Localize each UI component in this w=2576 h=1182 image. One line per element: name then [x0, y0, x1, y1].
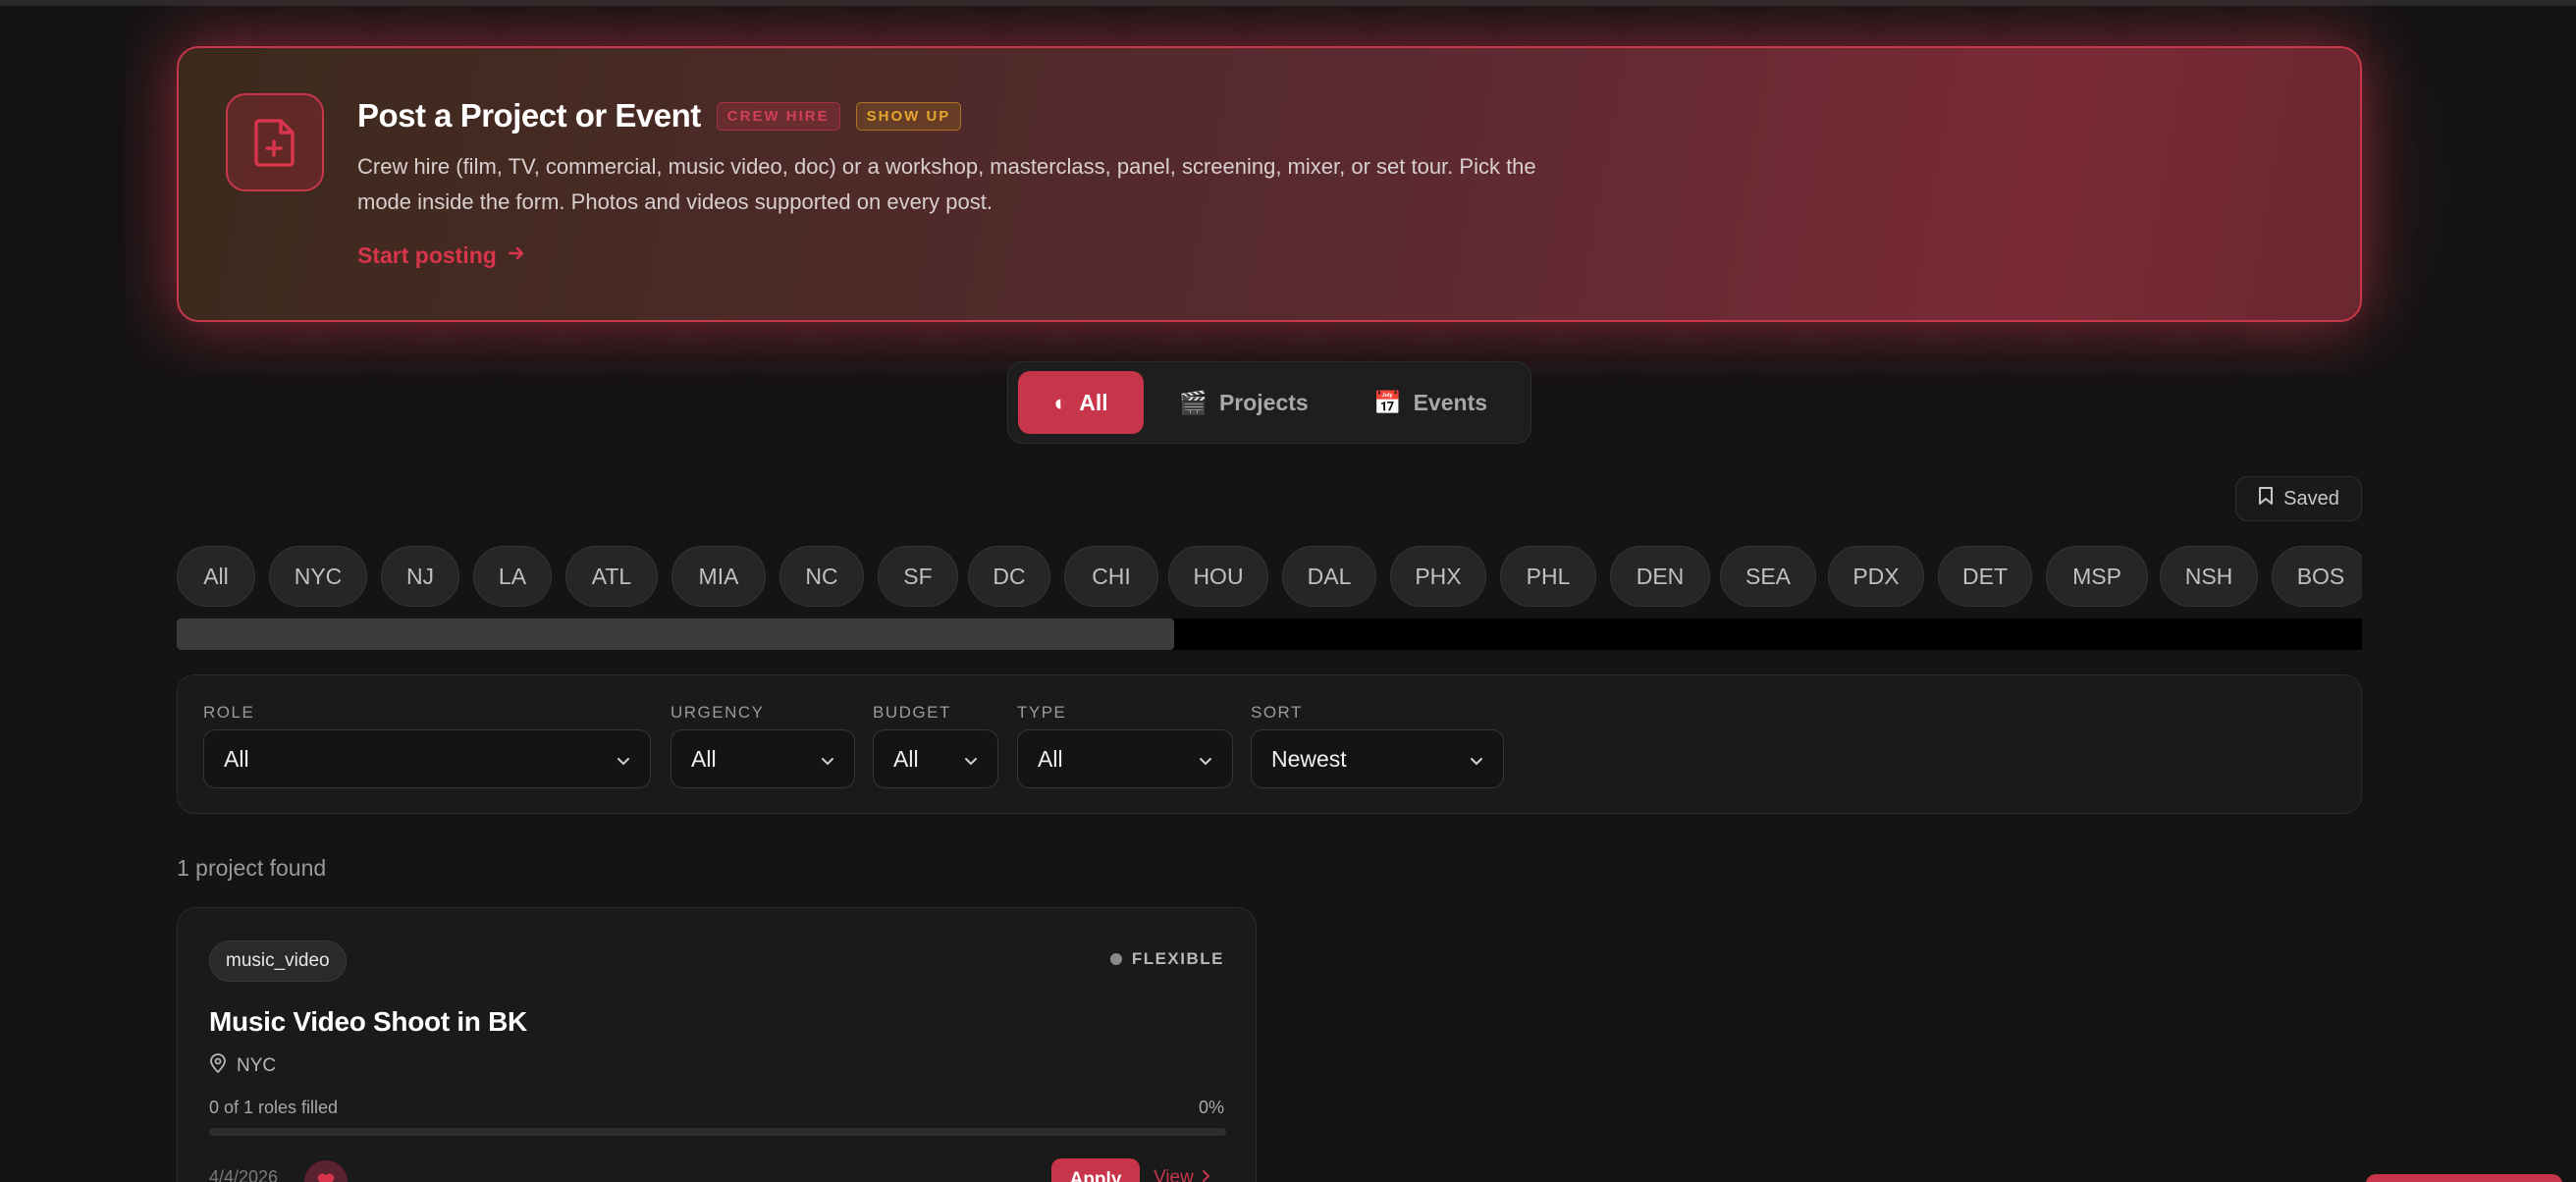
- sort-select[interactable]: Newest: [1251, 729, 1504, 788]
- tab-events-label: Events: [1413, 389, 1488, 415]
- budget-select-value: All: [893, 745, 919, 772]
- type-filter-label: TYPE: [1017, 703, 1067, 722]
- chevron-down-icon: [964, 746, 978, 773]
- city-chip-pdx[interactable]: PDX: [1828, 546, 1924, 607]
- arrow-right-icon: [507, 242, 526, 269]
- chevron-down-icon: [617, 746, 630, 773]
- favorite-button[interactable]: [304, 1160, 348, 1182]
- map-pin-icon: [209, 1053, 227, 1079]
- city-chip-la[interactable]: LA: [473, 546, 552, 607]
- city-chip-bos[interactable]: BOS: [2272, 546, 2362, 607]
- results-count: 1 project found: [177, 855, 327, 881]
- view-link[interactable]: View: [1154, 1167, 1211, 1182]
- urgency-label: FLEXIBLE: [1131, 949, 1224, 968]
- urgency-select[interactable]: All: [671, 729, 855, 788]
- saved-label: Saved: [2283, 487, 2339, 510]
- top-border: [0, 0, 2576, 6]
- banner-title: Post a Project or Event: [357, 97, 701, 134]
- calendar-icon: 📅: [1372, 389, 1402, 415]
- city-chip-dc[interactable]: DC: [968, 546, 1050, 607]
- location-label: NYC: [237, 1055, 277, 1076]
- project-card[interactable]: music_video FLEXIBLE Music Video Shoot i…: [177, 907, 1257, 1182]
- roles-filled-percent: 0%: [1198, 1098, 1224, 1117]
- view-label: View: [1154, 1167, 1194, 1182]
- tab-projects-label: Projects: [1218, 389, 1309, 415]
- show-up-badge: SHOW UP: [855, 101, 962, 131]
- city-chip-mia[interactable]: MIA: [671, 546, 766, 607]
- city-filter-chips: All NYC NJ LA ATL MIA NC SF DC CHI HOU D…: [177, 546, 2362, 607]
- listing-type-toggle: ◐ All 🎬 Projects 📅 Events: [1007, 361, 1531, 444]
- tab-projects[interactable]: 🎬 Projects: [1163, 371, 1324, 434]
- city-chip-det[interactable]: DET: [1938, 546, 2032, 607]
- city-chip-sea[interactable]: SEA: [1720, 546, 1816, 607]
- banner-description: Crew hire (film, TV, commercial, music v…: [357, 154, 1536, 214]
- status-dot-icon: [1109, 953, 1122, 965]
- city-chip-hou[interactable]: HOU: [1168, 546, 1268, 607]
- city-chip-dal[interactable]: DAL: [1282, 546, 1376, 607]
- project-date: 4/4/2026: [209, 1167, 279, 1182]
- project-location: NYC: [209, 1053, 276, 1079]
- city-chip-phx[interactable]: PHX: [1390, 546, 1486, 607]
- start-posting-link[interactable]: Start posting: [357, 242, 526, 269]
- type-select-value: All: [1038, 745, 1063, 772]
- crew-hire-badge: CREW HIRE: [716, 101, 840, 131]
- post-project-banner: Post a Project or Event CREW HIRE SHOW U…: [177, 46, 2362, 322]
- chevron-down-icon: [821, 746, 834, 773]
- banner-title-row: Post a Project or Event CREW HIRE SHOW U…: [357, 97, 962, 134]
- half-circle-icon: ◐: [1053, 389, 1068, 415]
- tab-all[interactable]: ◐ All: [1018, 371, 1144, 434]
- file-plus-icon: [226, 93, 324, 191]
- budget-filter-label: BUDGET: [873, 703, 951, 722]
- chevron-down-icon: [1470, 746, 1483, 773]
- start-posting-label: Start posting: [357, 242, 497, 268]
- saved-button[interactable]: Saved: [2235, 476, 2362, 521]
- type-select[interactable]: All: [1017, 729, 1233, 788]
- project-type-tag: music_video: [209, 940, 347, 982]
- city-chip-chi[interactable]: CHI: [1064, 546, 1158, 607]
- chevron-down-icon: [1199, 746, 1212, 773]
- city-chip-sf[interactable]: SF: [878, 546, 958, 607]
- roles-progress-bar: [209, 1128, 1226, 1136]
- scrollbar-thumb[interactable]: [177, 618, 1174, 650]
- bookmark-icon: [2258, 486, 2274, 511]
- city-chip-den[interactable]: DEN: [1610, 546, 1710, 607]
- city-chip-phl[interactable]: PHL: [1500, 546, 1596, 607]
- filter-panel: ROLE All URGENCY All BUDGET All TYPE All…: [177, 674, 2362, 814]
- urgency-status: FLEXIBLE: [1109, 949, 1224, 969]
- city-chip-nsh[interactable]: NSH: [2160, 546, 2258, 607]
- tab-all-label: All: [1079, 389, 1108, 415]
- city-chip-nc[interactable]: NC: [779, 546, 864, 607]
- city-chip-nyc[interactable]: NYC: [269, 546, 367, 607]
- sort-select-value: Newest: [1271, 745, 1347, 772]
- urgency-select-value: All: [691, 745, 717, 772]
- sort-filter-label: SORT: [1251, 703, 1303, 722]
- city-chip-nj[interactable]: NJ: [381, 546, 459, 607]
- city-chip-msp[interactable]: MSP: [2046, 546, 2148, 607]
- apply-button[interactable]: Apply: [1051, 1158, 1140, 1182]
- heart-icon: [316, 1171, 336, 1182]
- tab-events[interactable]: 📅 Events: [1352, 371, 1509, 434]
- role-filter-label: ROLE: [203, 703, 255, 722]
- project-title[interactable]: Music Video Shoot in BK: [209, 1006, 527, 1038]
- urgency-filter-label: URGENCY: [671, 703, 765, 722]
- roles-filled-text: 0 of 1 roles filled: [209, 1098, 339, 1117]
- city-chip-all[interactable]: All: [177, 546, 255, 607]
- clapperboard-icon: 🎬: [1179, 389, 1208, 415]
- city-chip-atl[interactable]: ATL: [565, 546, 658, 607]
- city-chips-scrollbar[interactable]: [177, 618, 2362, 650]
- chevron-right-icon: [1202, 1167, 1211, 1182]
- budget-select[interactable]: All: [873, 729, 998, 788]
- floating-action-edge[interactable]: [2366, 1174, 2562, 1182]
- role-select[interactable]: All: [203, 729, 651, 788]
- role-select-value: All: [224, 745, 249, 772]
